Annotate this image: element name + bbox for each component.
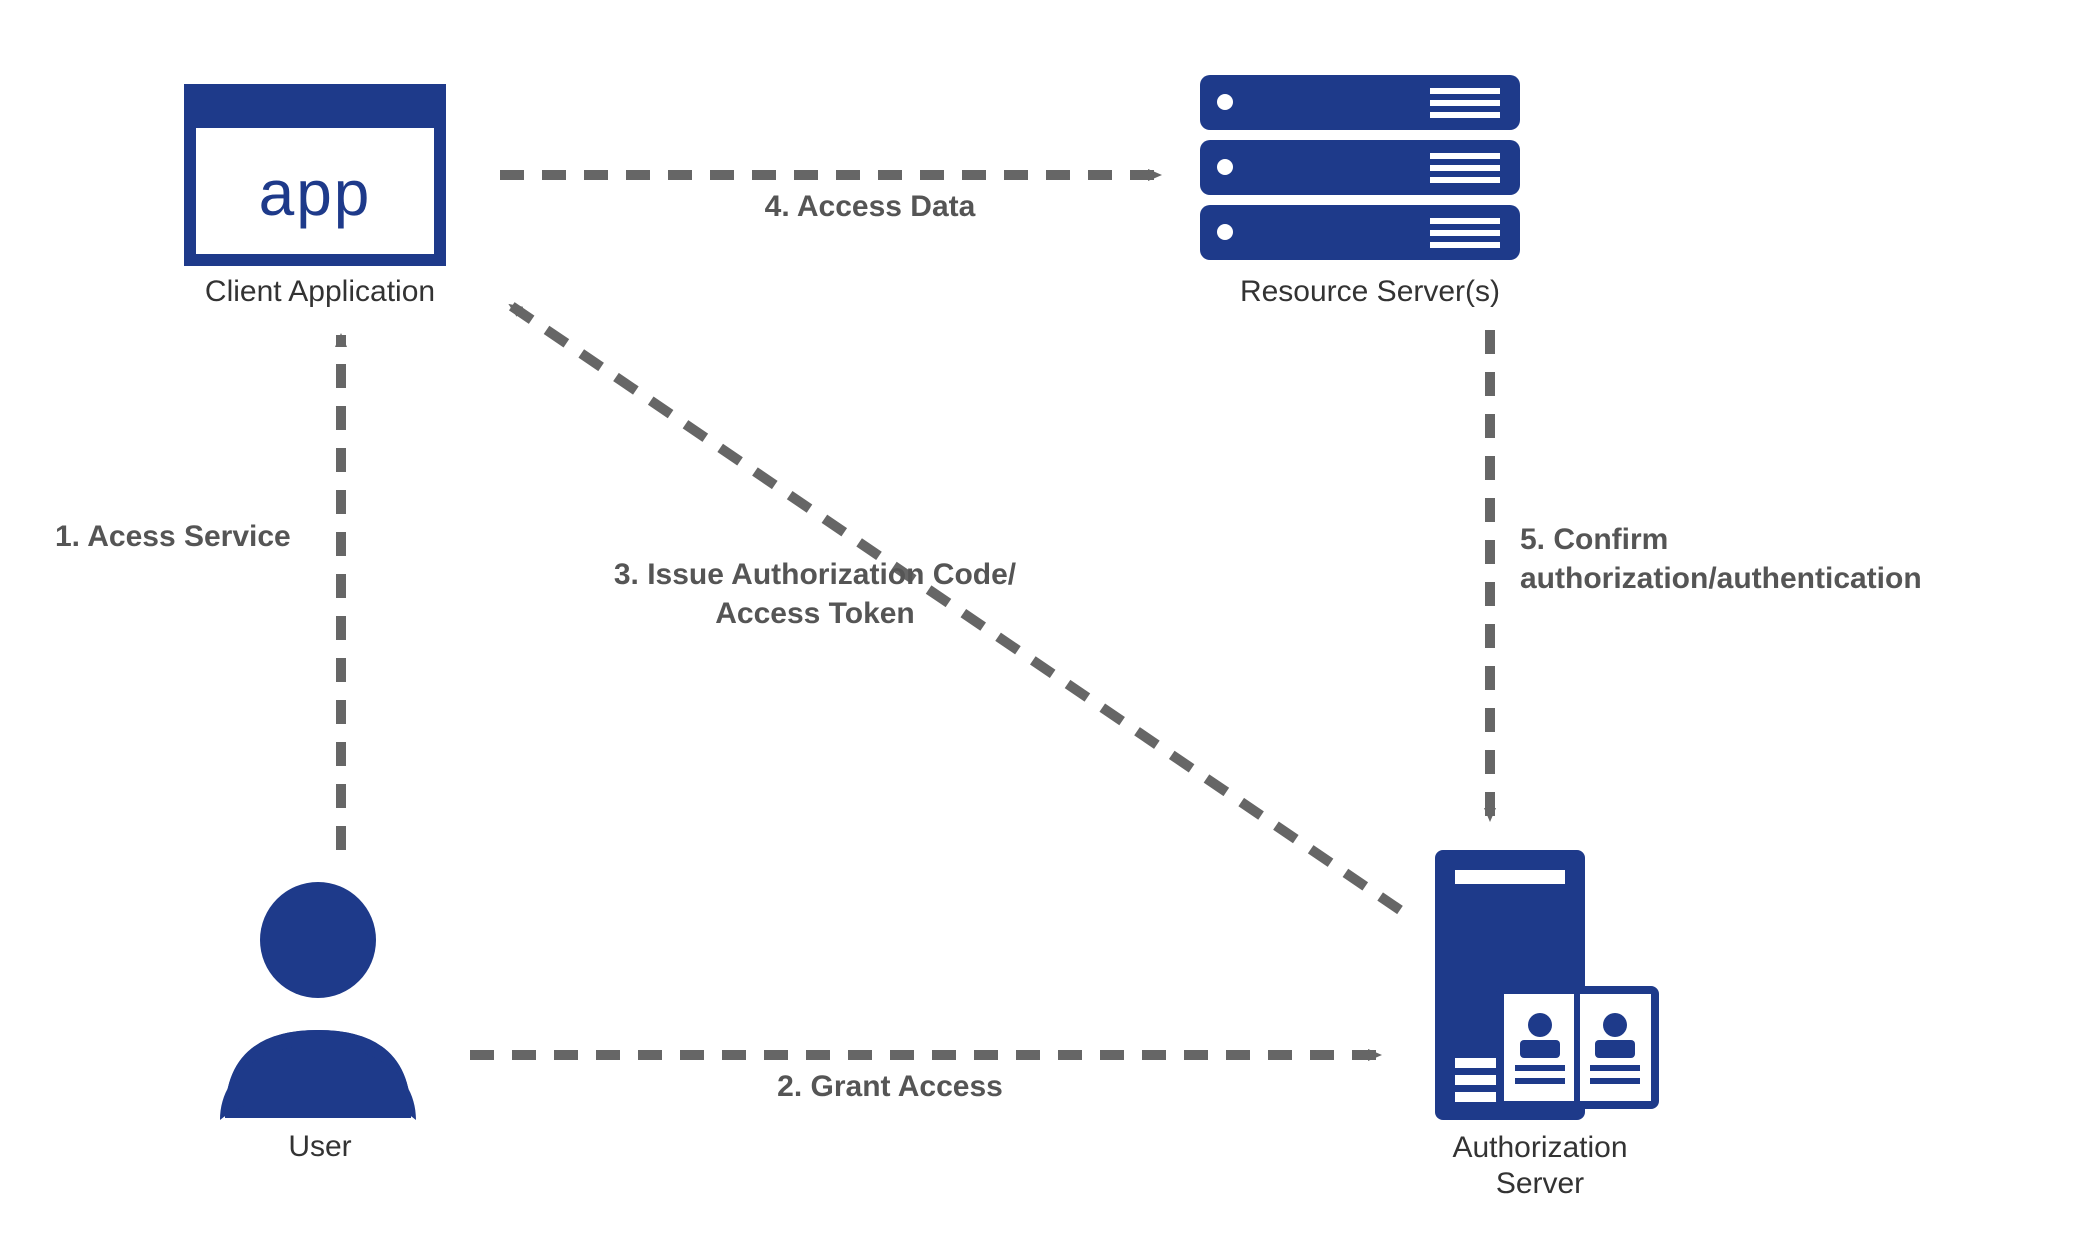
resource-server-label: Resource Server(s) xyxy=(1200,275,1540,309)
edge-label-step3: 3. Issue Authorization Code/ Access Toke… xyxy=(580,555,1050,633)
edge-label-step5: 5. Confirm authorization/authentication xyxy=(1520,520,1980,598)
authorization-server-label: Authorization Server xyxy=(1410,1130,1670,1202)
user-icon xyxy=(220,882,416,1120)
auth-server-label-line1: Authorization xyxy=(1452,1131,1627,1164)
client-application-icon: app xyxy=(190,90,440,260)
resource-server-icon xyxy=(1200,75,1520,260)
edge-label-step2: 2. Grant Access xyxy=(760,1070,1020,1104)
edge-label-step3-line2: Access Token xyxy=(715,597,915,630)
edge-label-step3-line1: 3. Issue Authorization Code/ xyxy=(614,558,1016,591)
edge-label-step5-line2: authorization/authentication xyxy=(1520,562,1922,595)
auth-server-label-line2: Server xyxy=(1496,1167,1584,1200)
edge-label-step1: 1. Acess Service xyxy=(55,520,315,554)
app-icon-text: app xyxy=(259,157,372,229)
edge-label-step4: 4. Access Data xyxy=(740,190,1000,224)
user-label: User xyxy=(250,1130,390,1164)
client-application-label: Client Application xyxy=(170,275,470,309)
authorization-server-icon xyxy=(1435,850,1655,1120)
oauth-flow-diagram: app xyxy=(0,0,2087,1245)
edge-label-step5-line1: 5. Confirm xyxy=(1520,523,1668,556)
